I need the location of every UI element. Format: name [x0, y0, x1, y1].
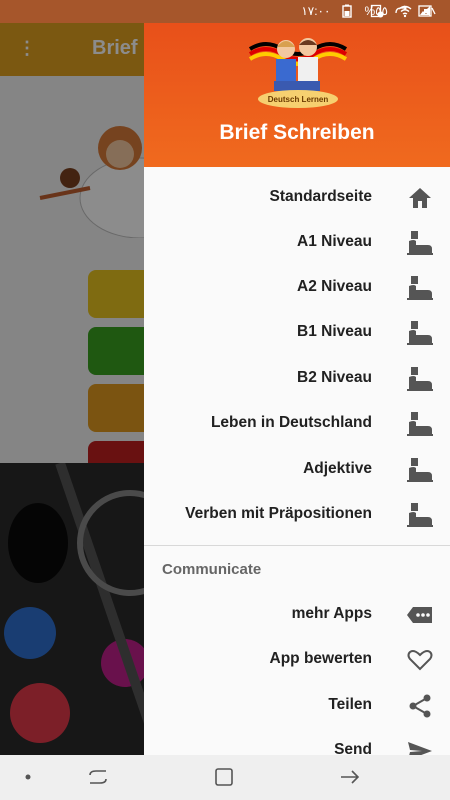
nav-item-label: B1 Niveau	[297, 323, 372, 340]
navigation-drawer: Deutsch Lernen Brief Schreiben Standards…	[144, 23, 450, 755]
system-nav-bar	[0, 755, 450, 800]
drawer-title: Brief Schreiben	[219, 121, 375, 144]
drawer-divider	[144, 545, 450, 546]
dot-icon[interactable]	[16, 767, 40, 787]
more-apps-icon	[407, 607, 432, 623]
screenshot-icon	[370, 4, 384, 18]
nav-item-adjektive[interactable]: Adjektive	[144, 447, 450, 492]
nav-item-label: Standardseite	[269, 188, 372, 205]
nav-item-label: Send	[334, 741, 372, 755]
nav-item-teilen[interactable]: Teilen	[144, 683, 450, 728]
nav-item-label: B2 Niveau	[297, 369, 372, 386]
heart-icon	[407, 650, 433, 671]
drawer-header: Deutsch Lernen Brief Schreiben	[144, 23, 450, 167]
home-button-icon[interactable]	[212, 767, 236, 787]
header-image-caption: Deutsch Lernen	[268, 95, 329, 104]
nav-item-b1[interactable]: B1 Niveau	[144, 310, 450, 355]
send-icon	[408, 742, 432, 755]
link-icon	[395, 5, 407, 14]
status-right-group	[370, 4, 432, 18]
nav-item-verben[interactable]: Verben mit Präpositionen	[144, 492, 450, 537]
stamp-icon	[407, 321, 433, 345]
nav-item-label: A2 Niveau	[297, 278, 372, 295]
stamp-icon	[407, 503, 433, 527]
nav-item-a2[interactable]: A2 Niveau	[144, 265, 450, 310]
stamp-icon	[407, 231, 433, 255]
nav-item-a1[interactable]: A1 Niveau	[144, 220, 450, 265]
back-icon[interactable]	[338, 767, 362, 787]
stamp-icon	[407, 412, 433, 436]
nav-item-label: Verben mit Präpositionen	[185, 505, 372, 522]
nav-item-leben[interactable]: Leben in Deutschland	[144, 401, 450, 446]
share-icon	[409, 694, 431, 718]
nav-item-b2[interactable]: B2 Niveau	[144, 356, 450, 401]
nav-item-label: Teilen	[328, 696, 372, 713]
nav-item-send[interactable]: Send	[144, 728, 450, 755]
nav-item-label: App bewerten	[269, 650, 372, 667]
stamp-icon	[407, 367, 433, 391]
section-title-communicate: Communicate	[162, 561, 262, 578]
nav-item-label: Leben in Deutschland	[210, 414, 372, 431]
recents-icon[interactable]	[86, 767, 110, 787]
battery-icon	[342, 4, 353, 18]
home-icon	[409, 188, 431, 208]
nav-item-label: A1 Niveau	[297, 233, 372, 250]
nav-item-label: mehr Apps	[291, 605, 372, 622]
gallery-icon	[418, 5, 432, 17]
nav-item-standardseite[interactable]: Standardseite	[144, 175, 450, 220]
header-image: Deutsch Lernen	[248, 38, 348, 108]
nav-item-label: Adjektive	[303, 460, 372, 477]
stamp-icon	[407, 276, 433, 300]
nav-item-app-bewerten[interactable]: App bewerten	[144, 637, 450, 682]
nav-item-mehr-apps[interactable]: mehr Apps	[144, 592, 450, 637]
time: ١٧:٠٠	[301, 4, 331, 18]
stamp-icon	[407, 458, 433, 482]
